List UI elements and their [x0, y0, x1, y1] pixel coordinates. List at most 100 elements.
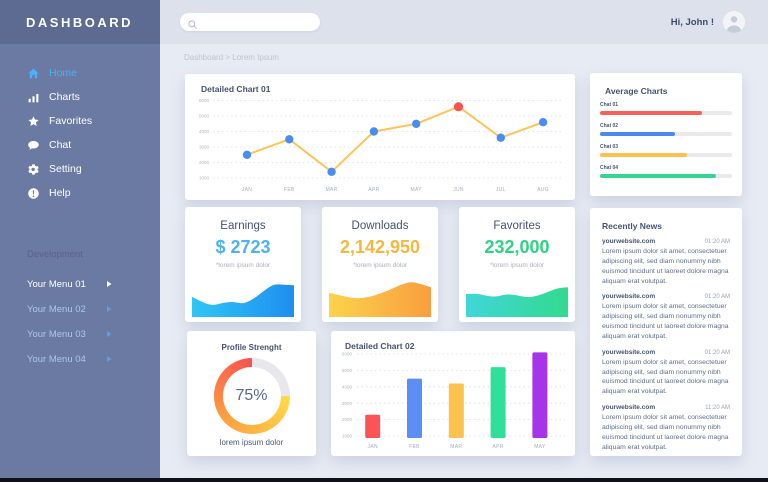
- sidebar-item-label: Setting: [49, 163, 82, 175]
- svg-text:FEB: FEB: [284, 187, 295, 193]
- detailed-chart-01-card: Detailed Chart 01 6000500040003000200010…: [185, 74, 575, 200]
- profile-strength-title: Profile Strenght: [187, 343, 316, 352]
- sidebar-item-chat[interactable]: Chat: [0, 133, 160, 157]
- news-list: yourwebsite.com 01:20 AM Lorem ipsum dolor…: [602, 238, 730, 460]
- svg-text:3000: 3000: [199, 145, 210, 150]
- svg-text:5000: 5000: [342, 368, 353, 373]
- dev-item-label: Your Menu 02: [27, 304, 86, 315]
- average-bar-label: Chat 03: [600, 144, 732, 150]
- stat-card-downloads: Downloads2,142,950*lorem ipsum dolor: [322, 207, 438, 322]
- stat-card-favorites: Favorites232,000*lorem ipsum dolor: [459, 207, 575, 322]
- search-input[interactable]: [202, 17, 319, 27]
- breadcrumb[interactable]: Dashboard > Lorem Ipsum: [184, 53, 279, 62]
- news-item[interactable]: yourwebsite.com11:20 AMLorem ipsum dolor…: [602, 404, 730, 452]
- arrow-right-icon: [105, 280, 113, 288]
- svg-text:JUL: JUL: [496, 187, 506, 193]
- sidebar-item-setting[interactable]: Setting: [0, 157, 160, 181]
- recently-news-card: Recently News yourwebsite.com01:20 AMLor…: [590, 208, 742, 456]
- svg-text:APR: APR: [493, 444, 504, 450]
- sidebar-item-home[interactable]: Home: [0, 61, 160, 85]
- stat-title: Favorites: [459, 220, 575, 232]
- arrow-right-icon: [105, 330, 113, 338]
- home-icon: [27, 67, 40, 80]
- svg-text:JAN: JAN: [368, 444, 378, 450]
- donut-chart: 75%: [214, 358, 290, 434]
- recently-news-title: Recently News: [602, 221, 662, 231]
- bar-chart: 600050004000300020001000JANFEBMARAPRMAY: [331, 331, 575, 456]
- screen-bottom-edge: [0, 478, 768, 482]
- svg-text:2000: 2000: [199, 160, 210, 165]
- average-charts-card: Average Charts Chat 01Chat 02Chat 03Chat…: [590, 73, 742, 196]
- svg-text:APR: APR: [368, 187, 379, 193]
- stat-title: Earnings: [185, 220, 301, 232]
- sidebar-item-help[interactable]: Help: [0, 181, 160, 205]
- line-chart: 600050004000300020001000JANFEBMARAPRMAYJ…: [185, 74, 575, 200]
- sidebar-section-label: Development: [27, 249, 160, 260]
- news-body: Lorem ipsum dolor sit amet, consectetuer…: [602, 247, 730, 286]
- svg-text:3000: 3000: [342, 401, 353, 406]
- progress-track: [600, 174, 732, 178]
- avatar[interactable]: [723, 11, 745, 33]
- stat-value: $ 2723: [185, 237, 301, 258]
- sidebar-item-label: Favorites: [49, 115, 92, 127]
- stat-area-chart: [329, 275, 431, 317]
- news-time: 01:20 AM: [705, 239, 730, 245]
- svg-text:JUN: JUN: [453, 187, 464, 193]
- svg-text:1000: 1000: [199, 176, 210, 181]
- user-greeting: Hi, John !: [671, 17, 714, 28]
- average-bar-row: Chat 03: [600, 144, 732, 157]
- profile-strength-card: Profile Strenght 75% lorem ipsum dolor: [187, 331, 316, 456]
- dev-item-label: Your Menu 03: [27, 329, 86, 340]
- sidebar-item-favorites[interactable]: Favorites: [0, 109, 160, 133]
- average-charts-title: Average Charts: [605, 86, 668, 96]
- stat-card-earnings: Earnings $ 2723 *lorem ipsum dolor: [185, 207, 301, 322]
- sidebar-header: DASHBOARD: [0, 0, 160, 44]
- svg-text:1000: 1000: [342, 434, 353, 439]
- svg-text:4000: 4000: [199, 129, 210, 134]
- svg-text:MAR: MAR: [450, 444, 462, 450]
- charts-icon: [27, 91, 40, 104]
- arrow-right-icon: [105, 355, 113, 363]
- news-item[interactable]: yourwebsite.com01:20 AMLorem ipsum dolor…: [602, 238, 730, 286]
- sidebar-item-charts[interactable]: Charts: [0, 85, 160, 109]
- sidebar-item-label: Chat: [49, 139, 71, 151]
- sidebar-item-label: Charts: [49, 91, 80, 103]
- progress-fill: [600, 111, 702, 115]
- average-charts-rows: Chat 01Chat 02Chat 03Chat 04: [600, 102, 732, 186]
- news-source: yourwebsite.com: [602, 404, 655, 411]
- news-item[interactable]: yourwebsite.com01:20 AMLorem ipsum dolor…: [602, 293, 730, 341]
- svg-text:JAN: JAN: [242, 187, 252, 193]
- arrow-right-icon: [105, 305, 113, 313]
- svg-text:4000: 4000: [342, 384, 353, 389]
- sidebar-dev-item-4[interactable]: Your Menu 04: [0, 347, 160, 372]
- sidebar-dev-item-1[interactable]: Your Menu 01: [0, 272, 160, 297]
- svg-text:AUG: AUG: [537, 187, 549, 193]
- svg-text:2000: 2000: [342, 417, 353, 422]
- gear-icon: [27, 163, 40, 176]
- svg-text:FEB: FEB: [409, 444, 420, 450]
- sidebar-dev-menu: Your Menu 01 Your Menu 02 Your Menu 03 Your…: [0, 272, 160, 372]
- sidebar: DASHBOARD Home Charts Favorites Chat Setting…: [0, 0, 160, 478]
- sidebar-item-label: Home: [49, 67, 77, 79]
- app-title: DASHBOARD: [26, 15, 133, 30]
- stat-value: 232,000: [459, 237, 575, 258]
- sidebar-dev-item-3[interactable]: Your Menu 03: [0, 322, 160, 347]
- average-bar-label: Chat 02: [600, 123, 732, 129]
- progress-fill: [600, 132, 675, 136]
- topbar: Hi, John !: [160, 0, 768, 44]
- progress-track: [600, 111, 732, 115]
- svg-text:MAR: MAR: [326, 187, 338, 193]
- stat-area-chart: [466, 275, 568, 317]
- news-body: Lorem ipsum dolor sit amet, consectetuer…: [602, 302, 730, 341]
- average-bar-label: Chat 01: [600, 102, 732, 108]
- news-source: yourwebsite.com: [602, 293, 655, 300]
- news-body: Lorem ipsum dolor sit amet, consectetuer…: [602, 358, 730, 397]
- progress-fill: [600, 153, 687, 157]
- progress-track: [600, 132, 732, 136]
- search-box[interactable]: [180, 13, 320, 31]
- news-item[interactable]: yourwebsite.com01:20 AMLorem ipsum dolor…: [602, 349, 730, 397]
- stat-note: *lorem ipsum dolor: [322, 262, 438, 269]
- sidebar-dev-item-2[interactable]: Your Menu 02: [0, 297, 160, 322]
- chat-icon: [27, 139, 40, 152]
- stat-note: *lorem ipsum dolor: [185, 262, 301, 269]
